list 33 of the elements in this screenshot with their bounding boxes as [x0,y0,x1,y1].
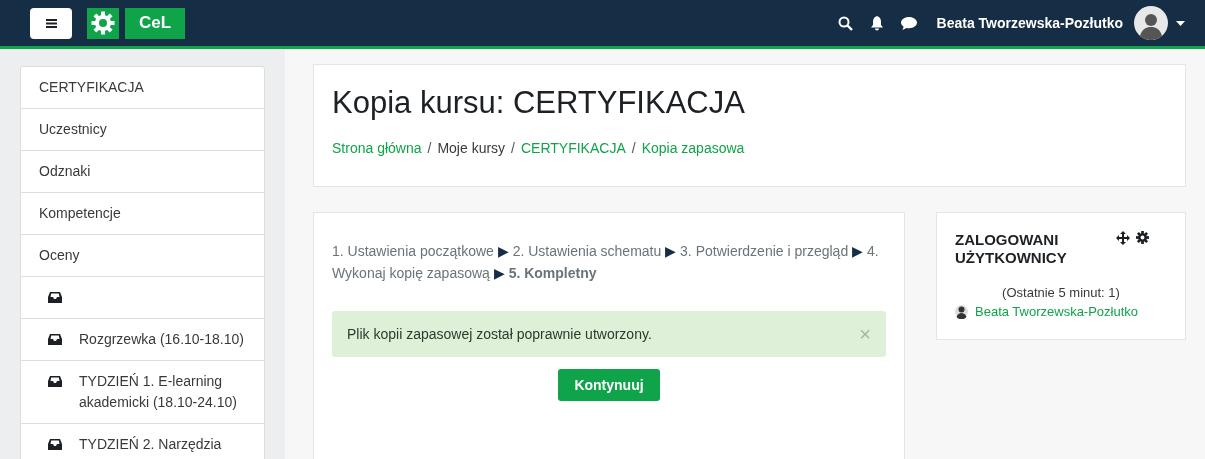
inbox-icon [48,439,62,450]
sidebar-item[interactable]: Kompetencje [21,193,264,235]
avatar-icon[interactable] [1134,6,1168,40]
alert-message: Plik kopii zapasowej został poprawnie utworzony. [347,326,652,342]
inbox-icon [48,334,62,345]
sidebar-item[interactable]: TYDZIEŃ 2. Narzędzia [79,434,222,455]
page-title: Kopia kursu: CERTYFIKACJA [332,84,746,122]
menu-icon [45,18,57,28]
gear-logo[interactable] [87,7,119,39]
bell-icon[interactable] [869,15,884,31]
block-title: ZALOGOWANI UŻYTKOWNICY [955,231,1068,267]
backup-steps: 1. Ustawienia początkowe ▶ 2. Ustawienia schematu ▶ 3. Potwierdzenie i przegląd ▶ 4. Wykonaj kopię zapasową ▶ 5. Kompletny [332,240,886,284]
breadcrumb-item: Moje kursy [437,140,506,156]
sidebar-item[interactable]: Oceny [21,235,264,277]
breadcrumb-separator: / [631,140,636,156]
move-icon[interactable] [1116,231,1130,245]
sidebar-item[interactable]: TYDZIEŃ 1. E-learning akademicki (18.10-24.10) [79,371,246,413]
caret-icon[interactable] [1176,20,1185,26]
breadcrumb-separator: / [427,140,432,156]
sidebar-item[interactable]: Odznaki [21,151,264,193]
inbox-icon [48,292,62,303]
sidebar-item[interactable]: Rozgrzewka (16.10-18.10) [79,329,244,350]
search-icon[interactable] [837,15,853,31]
inbox-icon [48,376,62,387]
info-text: (Ostatnie 5 minut: 1) [1001,285,1121,300]
menu-button[interactable] [30,7,72,39]
user-name[interactable]: Beata Tworzewska-Pozłutko [936,15,1123,31]
chat-icon[interactable] [900,16,917,30]
breadcrumb-separator: / [511,140,515,156]
sidebar-item[interactable]: Uczestnicy [21,109,264,151]
settings-icon[interactable] [1136,231,1149,244]
user-icon [955,304,968,319]
sidebar-item[interactable]: CERTYFIKACJA [21,67,264,109]
